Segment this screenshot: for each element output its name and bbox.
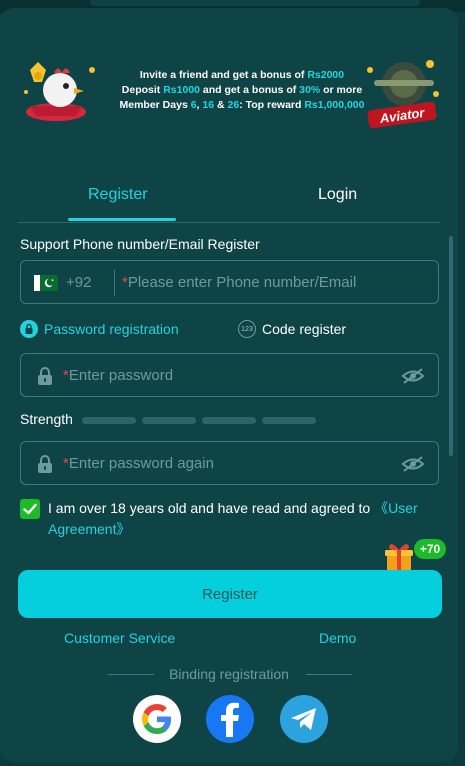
scrollbar[interactable] (449, 236, 453, 456)
phone-placeholder: *Please enter Phone number/Email (122, 274, 357, 291)
strength-bar-4 (262, 417, 316, 424)
mode-code-label: Code register (262, 321, 347, 337)
google-login-button[interactable] (133, 695, 181, 743)
field-divider (114, 270, 115, 296)
strength-bar-2 (142, 417, 196, 424)
password-placeholder: *Enter password (63, 367, 174, 384)
customer-service-link[interactable]: Customer Service (64, 630, 175, 646)
promo-line-1: Invite a friend and get a bonus of Rs200… (139, 69, 345, 81)
strength-bar-3 (202, 417, 256, 424)
aviator-logo-text: Aviator (378, 105, 426, 126)
phone-email-field[interactable]: +92 *Please enter Phone number/Email (20, 260, 439, 304)
active-tab-indicator (68, 218, 176, 221)
pakistan-flag-icon (34, 275, 58, 291)
promo-line-2: Deposit Rs1000 and get a bonus of 30% or… (121, 84, 363, 96)
section-label: Support Phone number/Email Register (20, 236, 260, 252)
tab-login[interactable]: Login (318, 186, 357, 204)
gift-bonus: +70 (384, 537, 446, 573)
mode-password-registration[interactable]: Password registration (20, 320, 179, 338)
agreement-checkbox[interactable] (20, 499, 40, 519)
facebook-login-button[interactable] (206, 695, 254, 743)
strength-bar-1 (82, 417, 136, 424)
agreement-text: I am over 18 years old and have read and… (48, 500, 418, 537)
promo-line-3: Member Days 6, 16 & 26: Top reward Rs1,0… (119, 99, 365, 111)
demo-link[interactable]: Demo (319, 630, 356, 646)
confirm-password-field[interactable]: *Enter password again (20, 441, 439, 485)
tab-register[interactable]: Register (88, 186, 148, 204)
auth-tabs: Register Login (18, 176, 440, 223)
password-field[interactable]: *Enter password (20, 353, 439, 397)
binding-divider-right (306, 674, 352, 675)
lock-icon (38, 455, 52, 473)
google-icon (142, 704, 172, 734)
check-icon (23, 503, 37, 515)
promo-text: Invite a friend and get a bonus of Rs200… (92, 68, 392, 113)
mode-code-register[interactable]: 123 Code register (238, 320, 346, 338)
facebook-icon (221, 702, 239, 737)
registration-modes: Password registration 123 Code register (20, 320, 440, 340)
eye-off-icon[interactable] (401, 367, 425, 385)
register-button[interactable]: Register (18, 570, 442, 618)
gift-bonus-badge: +70 (414, 539, 446, 559)
aviator-logo-icon: Aviator (367, 60, 439, 129)
mode-password-label: Password registration (44, 321, 179, 337)
confirm-password-placeholder: *Enter password again (63, 455, 214, 472)
code-badge-icon: 123 (238, 320, 256, 338)
top-strip-tab (90, 0, 420, 6)
lock-badge-icon (20, 320, 38, 338)
telegram-login-button[interactable] (280, 695, 328, 743)
strength-label: Strength (20, 411, 73, 427)
telegram-icon (291, 708, 316, 730)
eye-off-icon[interactable] (401, 455, 425, 473)
binding-label: Binding registration (169, 666, 289, 682)
gift-icon (385, 544, 413, 571)
lock-icon (38, 367, 52, 385)
promo-banner[interactable]: Invite a friend and get a bonus of Rs200… (18, 48, 444, 134)
country-code[interactable]: +92 (66, 274, 91, 291)
